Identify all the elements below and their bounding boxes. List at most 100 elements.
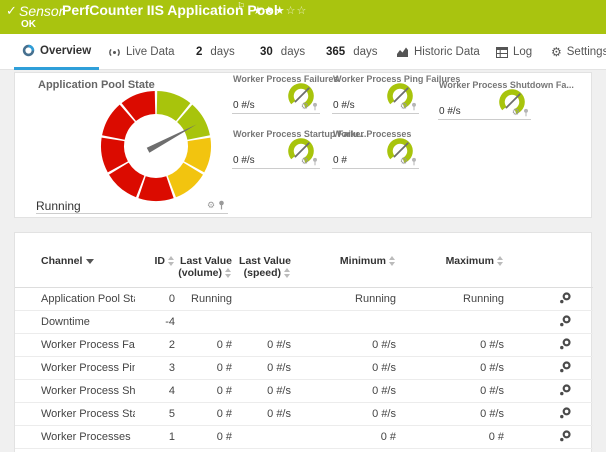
cell-actions	[504, 311, 593, 334]
stars-empty: ☆☆	[286, 5, 308, 17]
channel-gear-icon[interactable]: ⚙	[400, 157, 408, 166]
priority-stars[interactable]: ★★★☆☆	[253, 4, 307, 17]
table-row[interactable]: Application Pool State 0 Running Running…	[15, 288, 593, 311]
mini-gauge-worker-process-shutdown-failures: Worker Process Shutdown Fa... 0 #/s ⚙	[438, 80, 531, 120]
log-icon	[496, 47, 508, 58]
sensor-header: ✓ Sensor PerfCounter IIS Application Poo…	[0, 0, 606, 34]
cell-actions	[504, 403, 593, 426]
pin-icon[interactable]	[411, 102, 417, 111]
cell-last-value-volume: 0 #	[175, 334, 232, 357]
column-header-label: Minimum	[340, 255, 386, 267]
mini-gauge-worker-process-failures: Worker Process Failures 0 #/s ⚙	[232, 74, 320, 114]
table-row[interactable]: Worker Process Ping Fa... 3 0 # 0 #/s 0 …	[15, 357, 593, 380]
cell-maximum	[396, 311, 504, 334]
column-header-minimum[interactable]: Minimum	[291, 243, 396, 288]
column-header-label: Last Value (volume)	[178, 255, 232, 279]
column-header-last-value-speed[interactable]: Last Value (speed)	[232, 243, 291, 288]
cell-maximum: Running	[396, 288, 504, 311]
channel-gear-icon[interactable]: ⚙	[207, 201, 215, 210]
overview-icon	[22, 44, 35, 57]
cell-last-value-speed: 0 #/s	[232, 380, 291, 403]
tab-settings[interactable]: ⚙ Settings	[551, 34, 606, 70]
column-header-actions	[504, 243, 593, 288]
column-header-label: ID	[155, 255, 166, 267]
cell-minimum: 0 #/s	[291, 334, 396, 357]
table-row[interactable]: Worker Process Failures 2 0 # 0 #/s 0 #/…	[15, 334, 593, 357]
column-header-label: Channel	[41, 255, 82, 267]
tab-log-label: Log	[513, 46, 532, 58]
cell-minimum: Running	[291, 288, 396, 311]
cell-minimum: 0 #/s	[291, 357, 396, 380]
cell-channel: Application Pool State	[15, 288, 135, 311]
cell-channel: Worker Process Startup...	[15, 403, 135, 426]
table-row[interactable]: Worker Processes 1 0 # 0 # 0 #	[15, 426, 593, 449]
channel-gear-icon[interactable]: ⚙	[301, 157, 309, 166]
channel-gear-icon[interactable]: ⚙	[301, 102, 309, 111]
pin-icon[interactable]	[523, 108, 529, 117]
channel-settings-wrench-icon[interactable]	[559, 361, 571, 373]
table-row[interactable]: Downtime -4	[15, 311, 593, 334]
cell-last-value-speed: 0 #/s	[232, 357, 291, 380]
cell-id: 5	[135, 403, 175, 426]
cell-maximum: 0 #/s	[396, 403, 504, 426]
mini-gauge-worker-process-ping-failures: Worker Process Ping Failures 0 #/s ⚙	[332, 74, 419, 114]
sort-icon	[284, 268, 291, 278]
tab-2-days[interactable]: 2days	[196, 34, 235, 70]
tab-overview-label: Overview	[40, 45, 91, 57]
mini-gauge-value: 0 #/s	[233, 155, 255, 166]
sort-caret-icon	[86, 259, 94, 264]
pin-icon[interactable]	[411, 157, 417, 166]
mini-gauge-value: 0 #	[333, 155, 347, 166]
tab-30-days[interactable]: 30 days	[260, 34, 305, 70]
cell-last-value-speed	[232, 311, 291, 334]
tab-2-days-number: 2	[196, 46, 202, 58]
table-row[interactable]: Worker Process Startup... 5 0 # 0 #/s 0 …	[15, 403, 593, 426]
settings-gear-icon: ⚙	[551, 46, 562, 58]
cell-actions	[504, 334, 593, 357]
gauges-panel: Application Pool State Running ⚙ Worker …	[14, 72, 592, 218]
column-header-maximum[interactable]: Maximum	[396, 243, 504, 288]
cell-id: 0	[135, 288, 175, 311]
channel-settings-wrench-icon[interactable]	[559, 315, 571, 327]
channel-gear-icon[interactable]: ⚙	[400, 102, 408, 111]
cell-channel: Downtime	[15, 311, 135, 334]
live-data-icon	[108, 46, 121, 59]
tab-log[interactable]: Log	[496, 34, 532, 70]
tab-30-days-number: 30	[260, 46, 273, 58]
tab-365-days-number: 365	[326, 46, 345, 58]
cell-actions	[504, 380, 593, 403]
cell-channel: Worker Process Failures	[15, 334, 135, 357]
column-header-last-value-volume[interactable]: Last Value (volume)	[175, 243, 232, 288]
channel-settings-wrench-icon[interactable]	[559, 338, 571, 350]
table-header-row: Channel ID Last Value (volume) Last Valu…	[15, 243, 593, 288]
tab-live-data-label: Live Data	[126, 46, 175, 58]
column-header-channel[interactable]: Channel	[15, 243, 135, 288]
channel-settings-wrench-icon[interactable]	[559, 407, 571, 419]
cell-id: 4	[135, 380, 175, 403]
table-row[interactable]: Worker Process Shutdo... 4 0 # 0 #/s 0 #…	[15, 380, 593, 403]
cell-last-value-speed	[232, 288, 291, 311]
pin-icon[interactable]	[312, 102, 318, 111]
tab-historic-data-label: Historic Data	[414, 46, 480, 58]
tab-overview[interactable]: Overview	[14, 34, 99, 70]
tab-365-days[interactable]: 365days	[326, 34, 377, 70]
tab-30-days-label: days	[281, 46, 305, 58]
mini-gauge-worker-processes: Worker Processes 0 # ⚙	[332, 129, 419, 169]
sensor-status-text: OK	[21, 19, 36, 30]
pin-icon[interactable]	[312, 157, 318, 166]
column-header-id[interactable]: ID	[135, 243, 175, 288]
channel-settings-wrench-icon[interactable]	[559, 384, 571, 396]
cell-id: -4	[135, 311, 175, 334]
cell-id: 3	[135, 357, 175, 380]
channel-gear-icon[interactable]: ⚙	[512, 108, 520, 117]
cell-last-value-volume	[175, 311, 232, 334]
channel-settings-wrench-icon[interactable]	[559, 292, 571, 304]
column-header-label: Maximum	[446, 255, 494, 267]
tab-historic-data[interactable]: Historic Data	[396, 34, 480, 70]
channel-settings-wrench-icon[interactable]	[559, 430, 571, 442]
tab-live-data[interactable]: Live Data	[108, 34, 175, 70]
cell-actions	[504, 357, 593, 380]
tab-bar: Overview Live Data 2days 30days 365days …	[0, 34, 606, 70]
application-pool-state-gauge[interactable]	[98, 88, 214, 204]
pin-icon[interactable]	[218, 200, 225, 210]
